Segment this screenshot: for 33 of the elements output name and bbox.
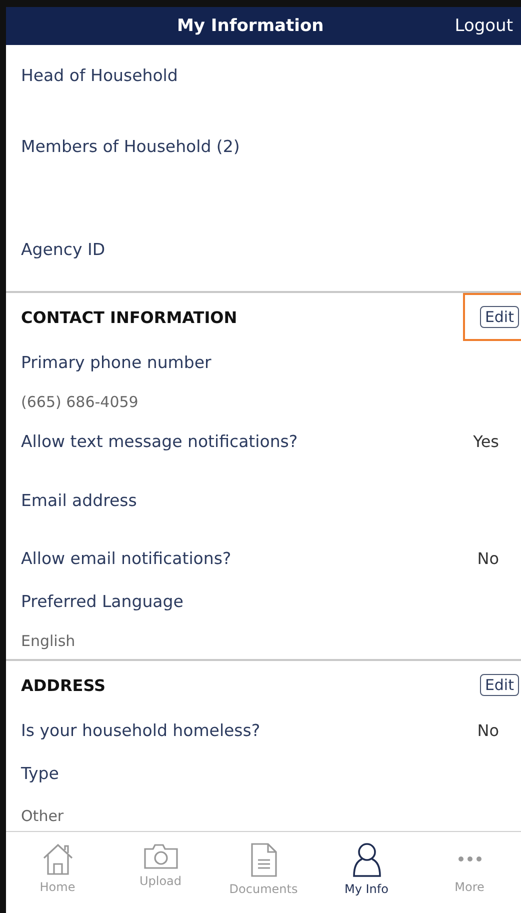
question-label: Allow email notifications?: [21, 549, 232, 568]
field-label: Preferred Language: [21, 592, 184, 610]
tab[interactable]: My Info: [316, 832, 416, 913]
section-heading: CONTACT INFORMATION: [21, 308, 238, 326]
question-label: Allow text message notifications?: [21, 432, 298, 451]
answer-text: Yes: [473, 432, 499, 451]
section-heading: ADDRESS: [21, 676, 106, 694]
house-icon: [42, 842, 74, 876]
field-label: Email address: [21, 490, 137, 510]
more-icon: [458, 856, 482, 862]
field-label: Primary phone number: [21, 352, 212, 372]
person-icon: [350, 842, 382, 878]
logout-button[interactable]: Logout: [454, 16, 521, 36]
tab-label: Documents: [229, 882, 298, 896]
field-label: Type: [21, 764, 59, 782]
field-value: (665) 686-4059: [21, 392, 138, 410]
edit-button[interactable]: Edit: [480, 674, 519, 696]
field-label: Members of Household (2): [21, 137, 240, 156]
tab-label: Home: [40, 880, 76, 894]
field-label: Agency ID: [21, 240, 106, 259]
tab-label: More: [454, 880, 484, 894]
tab-label: Upload: [139, 874, 182, 888]
tab-label: My Info: [344, 882, 388, 896]
field-value: Other: [21, 807, 64, 825]
edit-button[interactable]: Edit: [480, 306, 519, 328]
answer-text: No: [477, 549, 499, 568]
field-label: Head of Household: [21, 66, 178, 85]
document-icon: [250, 842, 278, 878]
question-label: Is your household homeless?: [21, 721, 260, 740]
answer-text: No: [477, 721, 499, 740]
camera-icon: [142, 842, 178, 870]
page-title: My Information: [176, 16, 325, 36]
field-value: English: [21, 632, 76, 650]
